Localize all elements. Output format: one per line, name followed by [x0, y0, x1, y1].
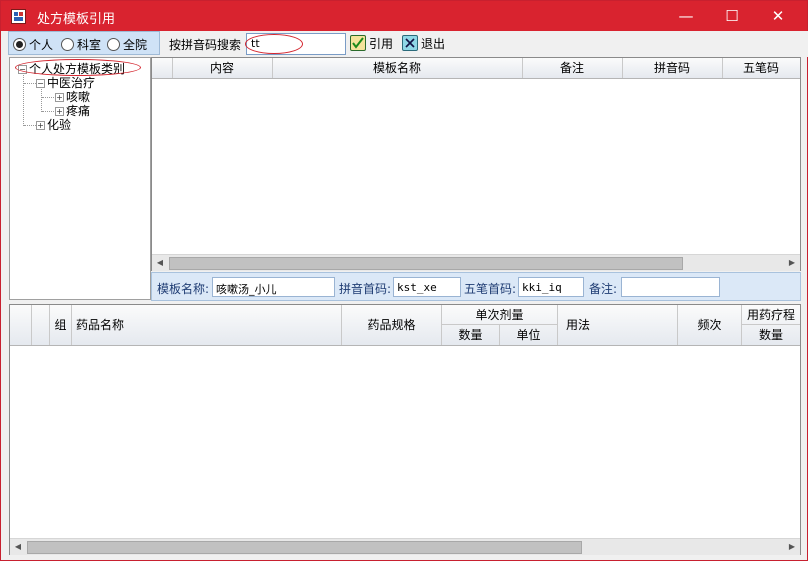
drug-grid-header: 组 药品名称 药品规格 单次剂量 数量 单位 用法 频次 用药疗程 数量	[10, 305, 800, 346]
expand-icon[interactable]: +	[55, 107, 64, 116]
select-all-corner[interactable]	[10, 305, 32, 345]
column-header[interactable]: 模板名称	[272, 58, 523, 78]
search-label: 按拼音码搜索	[169, 38, 242, 52]
name-label: 模板名称:	[157, 282, 210, 296]
app-icon	[11, 9, 26, 24]
window-title: 处方模板引用	[37, 12, 116, 27]
column-header-course[interactable]: 用药疗程	[742, 305, 800, 325]
column-header-unit[interactable]: 单位	[500, 325, 558, 345]
column-header-frequency[interactable]: 频次	[678, 305, 742, 345]
column-header[interactable]: 五笔码	[722, 58, 800, 78]
note-field[interactable]	[621, 277, 720, 297]
template-category-tree: − 个人处方模板类别 − 中医治疗 + 咳嗽 + 疼痛 + 化验	[9, 57, 151, 300]
scroll-right-icon[interactable]: ▶	[784, 255, 800, 271]
pinyin-label: 拼音首码:	[339, 282, 392, 296]
radio-label: 个人	[29, 38, 54, 52]
main-window: 处方模板引用 — ☐ ✕ 个人 科室 全院 按拼音码搜索 tt 引用 退出 − 个…	[0, 0, 808, 561]
pinyin-code-field[interactable]: kst_xe	[393, 277, 461, 297]
minimize-button[interactable]: —	[663, 1, 709, 31]
row-indicator-column	[32, 305, 50, 345]
scroll-thumb[interactable]	[169, 257, 683, 270]
expand-icon[interactable]: +	[55, 93, 64, 102]
column-header-qty[interactable]: 数量	[442, 325, 500, 345]
radio-hospital[interactable]: 全院	[107, 36, 147, 53]
check-icon	[350, 35, 366, 51]
select-all-corner[interactable]	[152, 58, 173, 78]
radio-checked-icon	[13, 38, 26, 51]
column-header-dose[interactable]: 单次剂量	[442, 305, 558, 325]
column-header-spec[interactable]: 药品规格	[342, 305, 442, 345]
exit-button[interactable]: 退出	[402, 35, 445, 52]
apply-button[interactable]: 引用	[350, 35, 393, 52]
horizontal-scrollbar[interactable]: ◀ ▶	[152, 254, 800, 271]
scroll-left-icon[interactable]: ◀	[152, 255, 168, 271]
scroll-thumb[interactable]	[27, 541, 582, 554]
template-name-field[interactable]: 咳嗽汤_小儿	[212, 277, 335, 297]
column-header[interactable]: 拼音码	[622, 58, 723, 78]
column-header-usage[interactable]: 用法	[558, 305, 678, 345]
template-grid-header: 内容 模板名称 备注 拼音码 五笔码	[152, 58, 800, 79]
maximize-button[interactable]: ☐	[709, 1, 755, 31]
collapse-icon[interactable]: −	[36, 79, 45, 88]
close-button[interactable]: ✕	[755, 1, 801, 31]
title-bar: 处方模板引用 — ☐ ✕	[1, 1, 807, 31]
radio-unchecked-icon	[107, 38, 120, 51]
scroll-left-icon[interactable]: ◀	[10, 539, 26, 555]
note-label: 备注:	[589, 282, 618, 296]
wubi-code-field[interactable]: kki_iq	[518, 277, 584, 297]
scroll-right-icon[interactable]: ▶	[784, 539, 800, 555]
radio-department[interactable]: 科室	[61, 36, 101, 53]
tree-node-huayan[interactable]: + 化验	[36, 116, 71, 133]
template-grid[interactable]: 内容 模板名称 备注 拼音码 五笔码 ◀ ▶	[151, 57, 801, 271]
scope-radio-group: 个人 科室 全院	[8, 31, 160, 55]
radio-label: 科室	[77, 38, 102, 52]
expand-icon[interactable]: +	[36, 121, 45, 130]
column-header[interactable]: 备注	[522, 58, 623, 78]
exit-label: 退出	[421, 37, 446, 51]
column-header-group[interactable]: 组	[50, 305, 72, 345]
wubi-label: 五笔首码:	[464, 282, 517, 296]
template-info-panel: 模板名称: 咳嗽汤_小儿 拼音首码: kst_xe 五笔首码: kki_iq 备…	[151, 272, 801, 301]
radio-label: 全院	[123, 38, 148, 52]
horizontal-scrollbar[interactable]: ◀ ▶	[10, 538, 800, 555]
apply-label: 引用	[369, 37, 394, 51]
annotation-circle	[245, 34, 303, 54]
annotation-circle	[15, 59, 141, 76]
radio-personal[interactable]: 个人	[13, 36, 53, 53]
column-header-drug-name[interactable]: 药品名称	[72, 305, 342, 345]
column-header-course-qty[interactable]: 数量	[742, 325, 800, 345]
radio-unchecked-icon	[61, 38, 74, 51]
exit-icon	[402, 35, 418, 51]
drug-grid[interactable]: 组 药品名称 药品规格 单次剂量 数量 单位 用法 频次 用药疗程 数量 ◀ ▶	[9, 304, 801, 555]
column-header[interactable]: 内容	[172, 58, 273, 78]
tree-node-label: 化验	[47, 118, 72, 132]
